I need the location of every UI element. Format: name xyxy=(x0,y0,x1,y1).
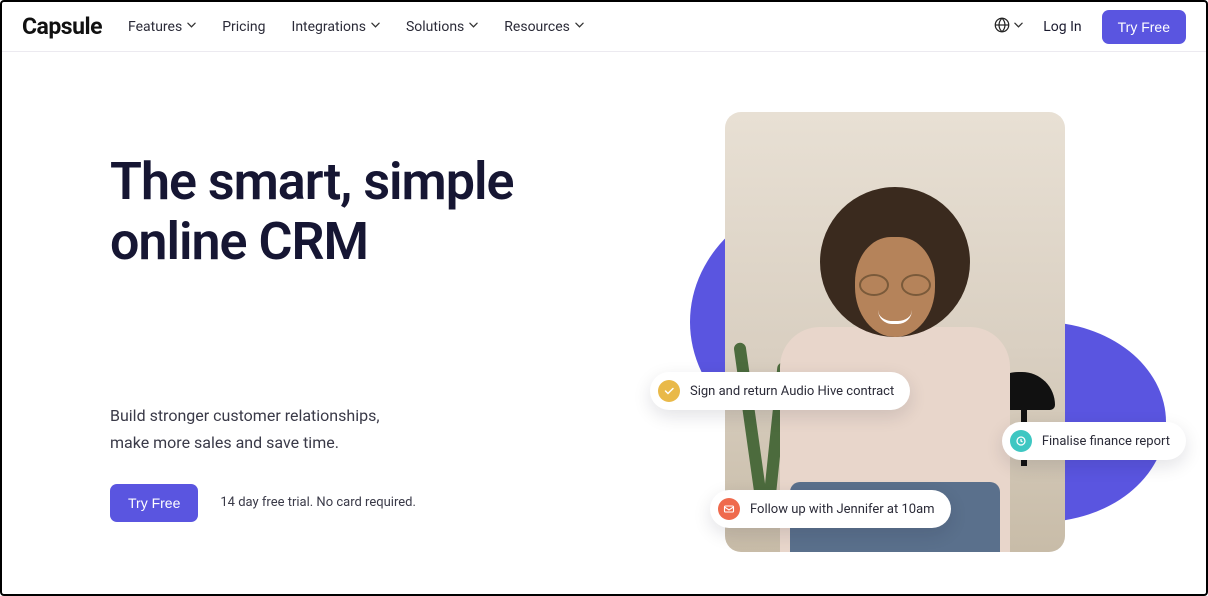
hero-subhead: Build stronger customer relationships, m… xyxy=(110,402,630,456)
nav-label: Features xyxy=(128,19,182,35)
brand-logo[interactable]: Capsule xyxy=(22,13,102,40)
nav-label: Solutions xyxy=(406,19,464,35)
task-text: Follow up with Jennifer at 10am xyxy=(750,502,935,517)
login-link[interactable]: Log In xyxy=(1043,19,1081,35)
trial-note: 14 day free trial. No card required. xyxy=(220,495,416,510)
chevron-down-icon xyxy=(187,22,196,31)
chevron-down-icon xyxy=(1014,22,1023,31)
globe-icon xyxy=(993,16,1011,38)
task-text: Sign and return Audio Hive contract xyxy=(690,384,894,399)
hero-photo xyxy=(725,112,1065,552)
task-pill: Follow up with Jennifer at 10am xyxy=(710,490,951,528)
chevron-down-icon xyxy=(469,22,478,31)
try-free-button[interactable]: Try Free xyxy=(1102,10,1186,44)
clock-icon xyxy=(1010,430,1032,452)
subhead-line: make more sales and save time. xyxy=(110,433,339,452)
chevron-down-icon xyxy=(371,22,380,31)
hero-section: The smart, simple online CRM Build stron… xyxy=(2,52,1206,594)
hero-visual: Sign and return Audio Hive contract Fina… xyxy=(630,52,1206,594)
hero-try-free-button[interactable]: Try Free xyxy=(110,484,198,522)
nav-item-pricing[interactable]: Pricing xyxy=(222,19,265,35)
task-pill: Finalise finance report xyxy=(1002,422,1186,460)
check-icon xyxy=(658,380,680,402)
nav-item-integrations[interactable]: Integrations xyxy=(292,19,380,35)
mail-icon xyxy=(718,498,740,520)
task-text: Finalise finance report xyxy=(1042,434,1170,449)
hero-copy: The smart, simple online CRM Build stron… xyxy=(110,52,630,522)
nav-label: Integrations xyxy=(292,19,366,35)
nav-item-features[interactable]: Features xyxy=(128,19,196,35)
nav-right: Log In Try Free xyxy=(993,10,1186,44)
nav-item-solutions[interactable]: Solutions xyxy=(406,19,478,35)
nav-item-resources[interactable]: Resources xyxy=(504,19,584,35)
nav-label: Resources xyxy=(504,19,570,35)
nav-label: Pricing xyxy=(222,19,265,35)
hero-headline: The smart, simple online CRM xyxy=(110,152,630,272)
hero-cta-row: Try Free 14 day free trial. No card requ… xyxy=(110,484,630,522)
task-pill: Sign and return Audio Hive contract xyxy=(650,372,910,410)
chevron-down-icon xyxy=(575,22,584,31)
primary-nav: Features Pricing Integrations Solutions … xyxy=(128,19,985,35)
top-nav: Capsule Features Pricing Integrations So… xyxy=(2,2,1206,52)
subhead-line: Build stronger customer relationships, xyxy=(110,406,380,425)
language-selector[interactable] xyxy=(993,16,1023,38)
